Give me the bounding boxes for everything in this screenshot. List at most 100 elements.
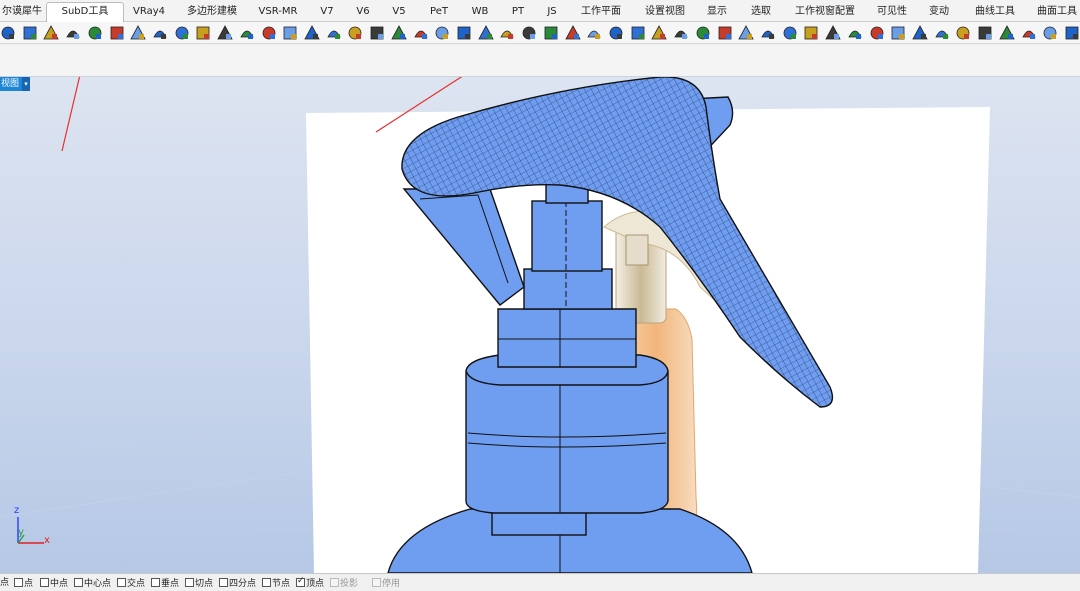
subd-align-icon[interactable] (434, 25, 450, 41)
subd-cage-icon[interactable] (608, 25, 624, 41)
subd-sun-icon[interactable] (825, 25, 841, 41)
tab-subd-tools[interactable]: SubD工具 (46, 2, 124, 23)
subd-chip-icon[interactable] (695, 25, 711, 41)
tab-transform[interactable]: 变动 (926, 3, 952, 22)
osnap-intersection[interactable]: 交点 (117, 578, 145, 590)
osnap-knot-checkbox[interactable] (262, 578, 271, 587)
subd-sphere-icon[interactable] (43, 25, 59, 41)
tab-construction-plane[interactable]: 工作平面 (578, 3, 624, 22)
subd-sweep-icon[interactable] (152, 25, 168, 41)
subd-grid-mesh-icon[interactable] (565, 25, 581, 41)
osnap-quadrant[interactable]: 四分点 (219, 578, 256, 590)
axis-label-z: z (14, 505, 20, 516)
subd-wrench-icon[interactable] (760, 25, 776, 41)
tab-erma-rhino[interactable]: 尔谟犀牛 (0, 3, 44, 22)
subd-bucket-fill-icon[interactable] (1042, 25, 1058, 41)
subd-grid-icon[interactable] (282, 25, 298, 41)
subd-box-icon[interactable] (109, 25, 125, 41)
tab-wb[interactable]: WB (467, 3, 493, 22)
tab-select[interactable]: 选取 (748, 3, 774, 22)
subd-frame-icon[interactable] (391, 25, 407, 41)
tab-vsr-mr[interactable]: VSR-MR (254, 3, 302, 22)
tab-v5[interactable]: V5 (388, 3, 410, 22)
osnap-perpendicular-checkbox[interactable] (151, 578, 160, 587)
osnap-center[interactable]: 中心点 (74, 578, 111, 590)
osnap-project-checkbox[interactable] (330, 578, 339, 587)
osnap-intersection-checkbox[interactable] (117, 578, 126, 587)
subd-cone-icon[interactable] (803, 25, 819, 41)
tab-visibility[interactable]: 可见性 (874, 3, 910, 22)
subd-half-sphere-icon[interactable] (847, 25, 863, 41)
osnap-disable-checkbox[interactable] (372, 578, 381, 587)
osnap-point[interactable]: 点 (14, 578, 33, 590)
tab-display[interactable]: 显示 (704, 3, 730, 22)
subd-wave-icon[interactable] (999, 25, 1015, 41)
perspective-viewport[interactable]: 视图 ▾ z x y (0, 77, 1080, 573)
osnap-vertex[interactable]: 顶点 (296, 576, 324, 590)
subd-torus-icon[interactable] (87, 25, 103, 41)
subd-box-select-icon[interactable] (1021, 25, 1037, 41)
subd-patch-icon[interactable] (195, 25, 211, 41)
tab-pet[interactable]: PeT (426, 3, 452, 22)
tab-curve-tools[interactable]: 曲线工具 (972, 3, 1018, 22)
subd-vertex-icon[interactable] (326, 25, 342, 41)
viewport-menu-arrow-icon[interactable]: ▾ (22, 77, 30, 91)
subd-stack-icon[interactable] (955, 25, 971, 41)
subd-close-icon[interactable] (1064, 25, 1080, 41)
subd-bucket-icon[interactable] (521, 25, 537, 41)
tab-js[interactable]: JS (542, 3, 562, 22)
subd-layers-icon[interactable] (977, 25, 993, 41)
tab-surface-tools[interactable]: 曲面工具 (1034, 3, 1080, 22)
osnap-midpoint-checkbox[interactable] (40, 578, 49, 587)
osnap-vertex-checkbox[interactable] (296, 576, 305, 587)
subd-tripod-icon[interactable] (174, 25, 190, 41)
ribbon-tab-bar: 尔谟犀牛 SubD工具 VRay4 多边形建模 VSR-MR V7 V6 V5 … (0, 0, 1080, 23)
subd-edge-select-icon[interactable] (239, 25, 255, 41)
subd-move-icon[interactable] (912, 25, 928, 41)
tab-v6[interactable]: V6 (352, 3, 374, 22)
subd-panel-icon[interactable] (369, 25, 385, 41)
tab-set-view[interactable]: 设置视图 (642, 3, 688, 22)
tab-polygon-modeling[interactable]: 多边形建模 (182, 3, 242, 22)
osnap-end-partial[interactable]: 点 (0, 578, 9, 590)
subd-puzzle-icon[interactable] (782, 25, 798, 41)
subd-list-icon[interactable] (738, 25, 754, 41)
subd-drop-icon[interactable] (543, 25, 559, 41)
tab-viewport-layout[interactable]: 工作视窗配置 (792, 3, 858, 22)
osnap-project[interactable]: 投影 (330, 578, 358, 590)
subd-globe-icon[interactable] (413, 25, 429, 41)
subd-no-icon[interactable] (869, 25, 885, 41)
osnap-tangent[interactable]: 切点 (185, 578, 213, 590)
subd-ball-icon[interactable] (0, 25, 16, 41)
subd-extrude-icon[interactable] (630, 25, 646, 41)
osnap-tangent-checkbox[interactable] (185, 578, 194, 587)
subd-cube-icon[interactable] (347, 25, 363, 41)
osnap-point-checkbox[interactable] (14, 578, 23, 587)
subd-solid-icon[interactable] (651, 25, 667, 41)
subd-ellipsoid-icon[interactable] (65, 25, 81, 41)
osnap-center-checkbox[interactable] (74, 578, 83, 587)
subd-fill-icon[interactable] (499, 25, 515, 41)
subd-dots-icon[interactable] (673, 25, 689, 41)
subd-funnel-icon[interactable] (890, 25, 906, 41)
osnap-knot[interactable]: 节点 (262, 578, 290, 590)
subd-pencil-icon[interactable] (261, 25, 277, 41)
subd-cylinder-icon[interactable] (22, 25, 38, 41)
subd-loft-icon[interactable] (130, 25, 146, 41)
subd-bridge-icon[interactable] (304, 25, 320, 41)
tab-pt[interactable]: PT (508, 3, 528, 22)
osnap-quadrant-checkbox[interactable] (219, 578, 228, 587)
tab-v7[interactable]: V7 (316, 3, 338, 22)
osnap-perpendicular[interactable]: 垂点 (151, 578, 179, 590)
tab-vray4[interactable]: VRay4 (126, 3, 172, 22)
osnap-disable[interactable]: 停用 (372, 578, 400, 590)
command-area[interactable] (0, 45, 1080, 77)
subd-ring-icon[interactable] (717, 25, 733, 41)
subd-crease-icon[interactable] (217, 25, 233, 41)
subd-cheese-icon[interactable] (586, 25, 602, 41)
osnap-bar: 点 点 中点 中心点 交点 垂点 切点 四分点 节点 顶点 投影 停用 (0, 573, 1080, 591)
subd-mesh-icon[interactable] (478, 25, 494, 41)
subd-house-icon[interactable] (934, 25, 950, 41)
subd-knife-icon[interactable] (456, 25, 472, 41)
osnap-midpoint[interactable]: 中点 (40, 578, 68, 590)
